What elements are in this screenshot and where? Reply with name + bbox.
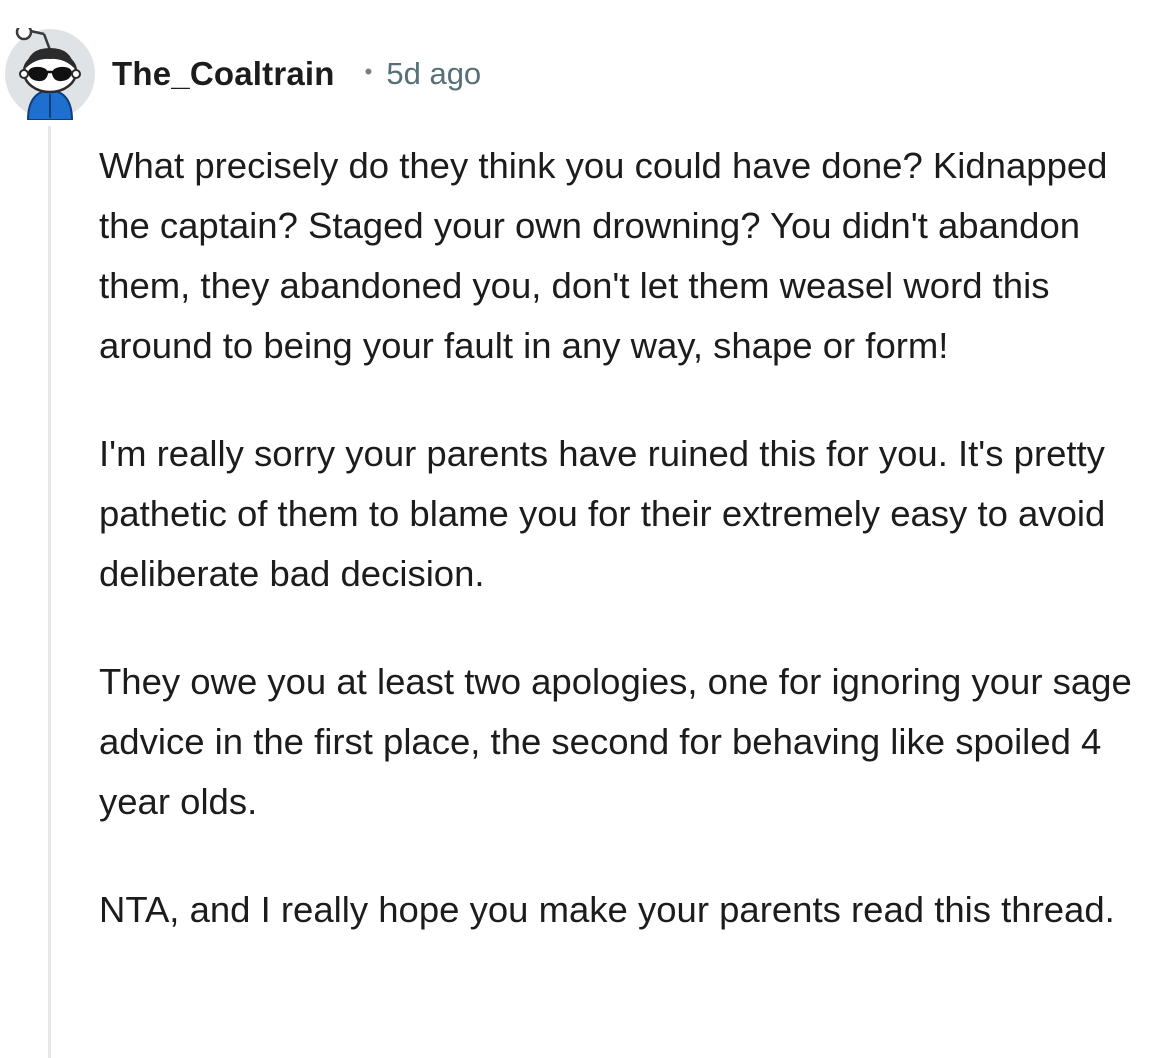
comment-header: The_Coaltrain • 5d ago bbox=[112, 54, 481, 94]
comment-body: What precisely do they think you could h… bbox=[99, 136, 1159, 988]
comment-timestamp[interactable]: 5d ago bbox=[386, 56, 481, 92]
comment-paragraph-1: What precisely do they think you could h… bbox=[99, 145, 1108, 366]
comment-paragraph-4: NTA, and I really hope you make your par… bbox=[99, 889, 1115, 930]
snoo-avatar-icon bbox=[5, 28, 95, 120]
comment: The_Coaltrain • 5d ago What precisely do… bbox=[0, 0, 1166, 1058]
user-avatar[interactable] bbox=[4, 28, 96, 120]
comment-paragraph-2: I'm really sorry your parents have ruine… bbox=[99, 433, 1106, 594]
comment-paragraph-3: They owe you at least two apologies, one… bbox=[99, 661, 1132, 822]
author-username[interactable]: The_Coaltrain bbox=[112, 55, 335, 93]
thread-collapse-line[interactable] bbox=[48, 126, 51, 1058]
meta-separator: • bbox=[364, 59, 373, 84]
